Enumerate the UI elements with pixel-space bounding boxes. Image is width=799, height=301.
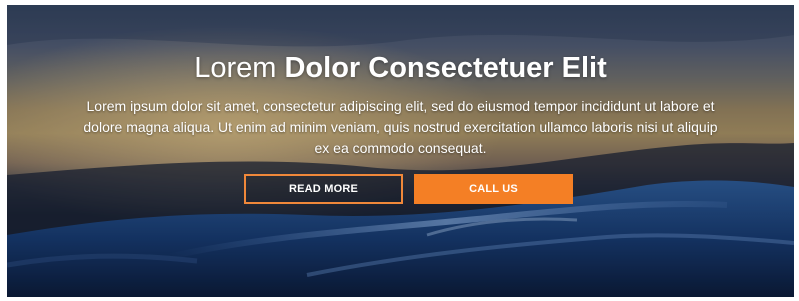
headline-regular-text: Lorem <box>194 52 277 84</box>
call-us-button[interactable]: CALL US <box>414 174 573 204</box>
hero-banner: Lorem Dolor Consectetuer Elit Lorem ipsu… <box>7 5 794 297</box>
page-frame: Lorem Dolor Consectetuer Elit Lorem ipsu… <box>0 0 799 301</box>
hero-paragraph: Lorem ipsum dolor sit amet, consectetur … <box>83 98 718 156</box>
read-more-button[interactable]: READ MORE <box>244 174 403 204</box>
hero-headline: Lorem Dolor Consectetuer Elit <box>7 50 794 86</box>
headline-bold-text: Dolor Consectetuer Elit <box>284 52 607 84</box>
